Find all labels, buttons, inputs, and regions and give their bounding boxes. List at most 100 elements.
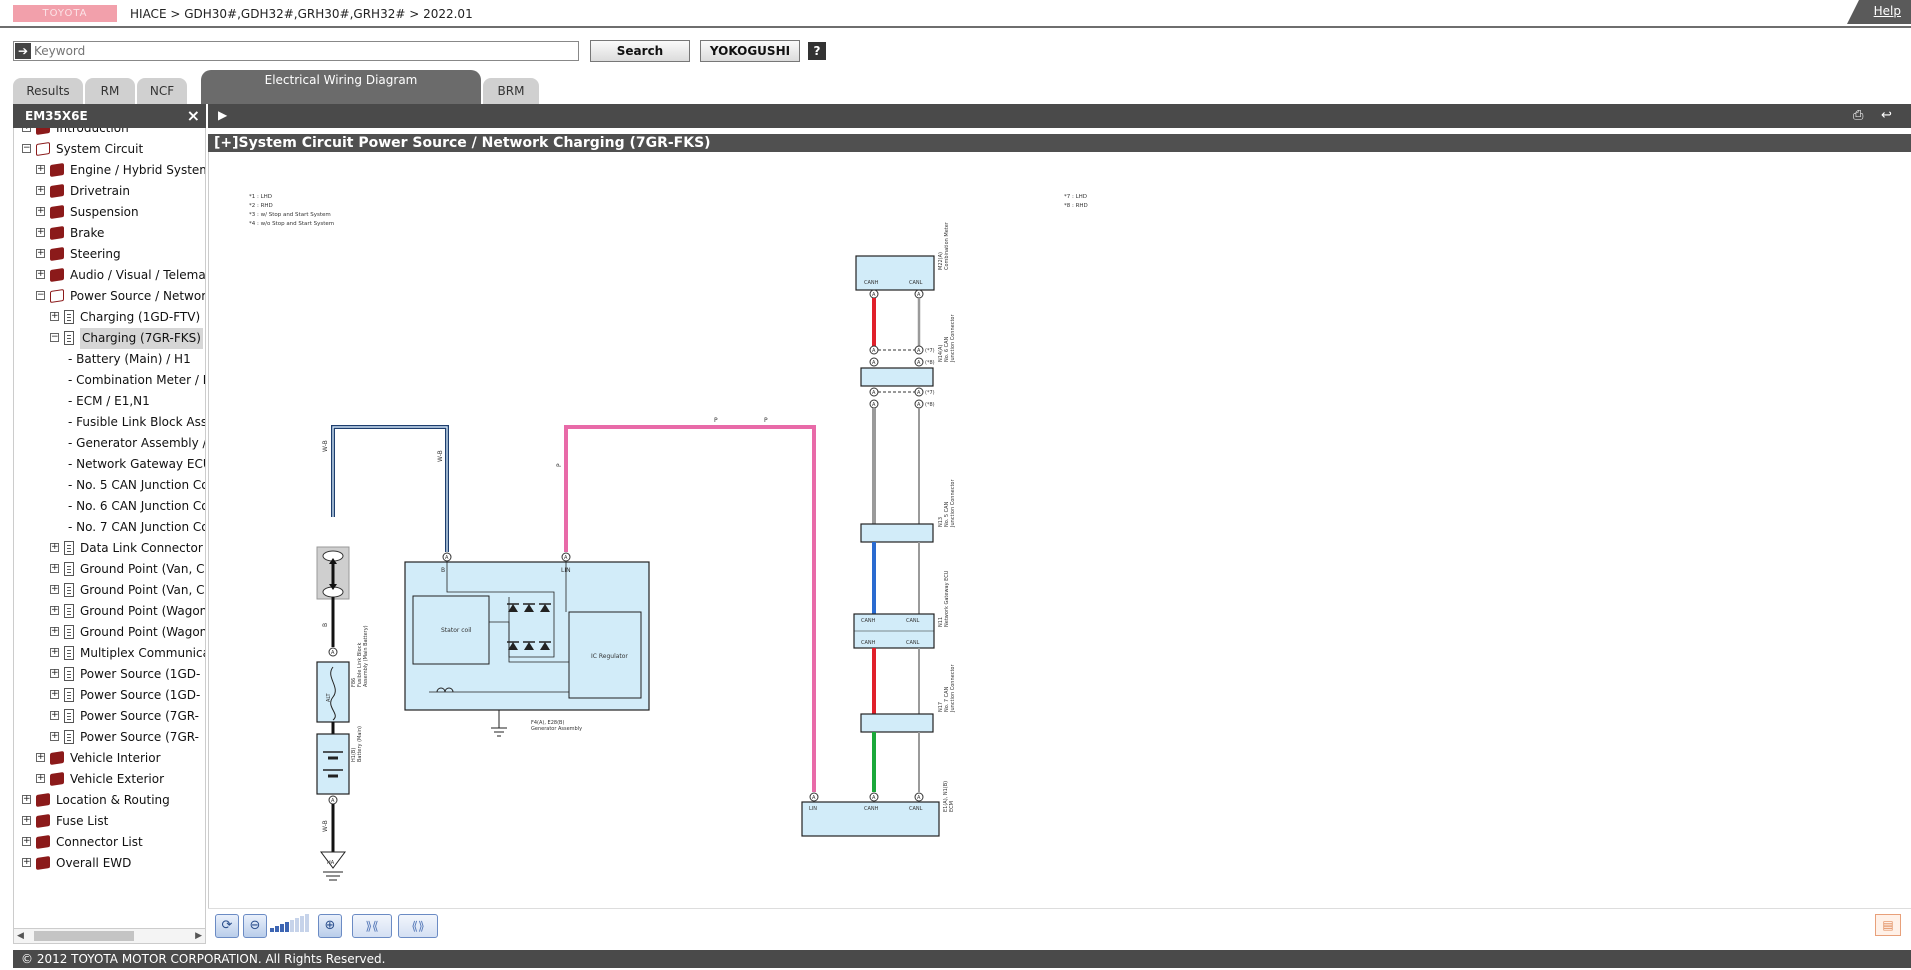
collapse-icon[interactable]: − xyxy=(50,333,59,342)
scroll-right-icon[interactable]: ▶ xyxy=(195,931,202,941)
zoom-step[interactable] xyxy=(280,924,284,932)
tree-node[interactable]: + Engine / Hybrid System xyxy=(14,160,205,181)
zoom-step[interactable] xyxy=(285,922,289,932)
tree-node[interactable]: - No. 6 CAN Junction Connector xyxy=(14,496,205,517)
tree-node[interactable]: + Brake xyxy=(14,223,205,244)
help-question-button[interactable]: ? xyxy=(808,42,826,60)
tree-node[interactable]: + Overall EWD xyxy=(14,853,205,874)
tree-node[interactable]: + Ground Point (Van, C xyxy=(14,580,205,601)
expand-icon[interactable]: + xyxy=(36,228,45,237)
tree-node[interactable]: + Audio / Visual / Telematics xyxy=(14,265,205,286)
expand-icon[interactable]: + xyxy=(22,816,31,825)
diagram-label-line: Assembly (Main Battery) xyxy=(363,625,369,687)
tab-electrical-wiring-diagram[interactable]: Electrical Wiring Diagram xyxy=(201,70,481,104)
expand-icon[interactable]: + xyxy=(22,837,31,846)
zoom-step[interactable] xyxy=(290,920,294,932)
expand-icon[interactable]: + xyxy=(36,249,45,258)
zoom-level-indicator[interactable] xyxy=(270,914,314,938)
expand-icon[interactable]: + xyxy=(50,732,59,741)
tab-results[interactable]: Results xyxy=(13,78,83,104)
tree-node[interactable]: - Fusible Link Block Assembly xyxy=(14,412,205,433)
expand-arrow-icon[interactable]: ▶ xyxy=(218,108,227,122)
expand-icon[interactable]: + xyxy=(36,753,45,762)
expand-icon[interactable]: + xyxy=(50,711,59,720)
tree-node[interactable]: + Power Source (7GR- xyxy=(14,706,205,727)
expand-icon[interactable]: + xyxy=(36,186,45,195)
zoom-in-icon[interactable]: ⊕ xyxy=(318,914,342,938)
scrollbar-thumb[interactable] xyxy=(34,931,134,941)
tab-ncf[interactable]: NCF xyxy=(137,78,187,104)
wiring-diagram-canvas[interactable]: *1 : LHD *2 : RHD *3 : w/ Stop and Start S… xyxy=(208,152,1911,908)
collapse-icon[interactable]: − xyxy=(22,144,31,153)
zoom-step[interactable] xyxy=(295,918,299,932)
tree-node[interactable]: - No. 7 CAN Junction Connector xyxy=(14,517,205,538)
zoom-step[interactable] xyxy=(275,926,279,932)
tree-node[interactable]: - Combination Meter / M xyxy=(14,370,205,391)
expand-icon[interactable]: + xyxy=(50,312,59,321)
expand-icon[interactable]: + xyxy=(50,606,59,615)
tree-node[interactable]: + Vehicle Interior xyxy=(14,748,205,769)
tree-node[interactable]: + Connector List xyxy=(14,832,205,853)
yokogushi-button[interactable]: YOKOGUSHI xyxy=(700,40,800,62)
tree-node[interactable]: + Power Source (1GD- xyxy=(14,664,205,685)
expand-icon[interactable]: + xyxy=(50,669,59,678)
previous-page-icon[interactable]: ⟪⟫ xyxy=(398,914,438,938)
diagram-title[interactable]: [+]System Circuit Power Source / Network… xyxy=(208,134,1911,152)
expand-icon[interactable]: + xyxy=(36,270,45,279)
scroll-left-icon[interactable]: ◀ xyxy=(17,931,24,941)
tree-node[interactable]: + Charging (1GD-FTV) xyxy=(14,307,205,328)
tree-node[interactable]: + Data Link Connector xyxy=(14,538,205,559)
expand-icon[interactable]: + xyxy=(50,585,59,594)
tree-node[interactable]: − Power Source / Network xyxy=(14,286,205,307)
tree-node[interactable]: + Power Source (1GD- xyxy=(14,685,205,706)
tree-node[interactable]: - Network Gateway ECU xyxy=(14,454,205,475)
expand-icon[interactable]: + xyxy=(50,564,59,573)
tab-rm[interactable]: RM xyxy=(85,78,135,104)
tree-node[interactable]: + Fuse List xyxy=(14,811,205,832)
tree-node[interactable]: + Vehicle Exterior xyxy=(14,769,205,790)
tree-horizontal-scrollbar[interactable]: ◀ ▶ xyxy=(13,928,206,944)
zoom-step[interactable] xyxy=(305,914,309,932)
expand-icon[interactable]: + xyxy=(50,627,59,636)
search-input[interactable] xyxy=(34,42,574,60)
expand-icon[interactable]: + xyxy=(36,774,45,783)
print-icon[interactable]: ⎙ xyxy=(1853,108,1869,124)
zoom-step[interactable] xyxy=(270,928,274,932)
tree-node[interactable]: + Suspension xyxy=(14,202,205,223)
tree-node[interactable]: + Location & Routing xyxy=(14,790,205,811)
collapse-icon[interactable]: − xyxy=(36,291,45,300)
tree-node[interactable]: + Ground Point (Van, C xyxy=(14,559,205,580)
next-page-icon[interactable]: ⟫⟪ xyxy=(352,914,392,938)
tree-node[interactable]: + Introduction xyxy=(14,128,205,139)
tree-node[interactable]: − Charging (7GR-FKS) xyxy=(14,328,205,349)
zoom-step[interactable] xyxy=(300,916,304,932)
tree-node[interactable]: + Multiplex Communication xyxy=(14,643,205,664)
comment-icon[interactable]: ▤ xyxy=(1875,914,1901,936)
tree-node[interactable]: + Power Source (7GR- xyxy=(14,727,205,748)
refresh-icon[interactable]: ⟳ xyxy=(215,914,239,938)
tree-node[interactable]: - Generator Assembly / F4 xyxy=(14,433,205,454)
expand-icon[interactable]: + xyxy=(50,543,59,552)
tree-node[interactable]: - Battery (Main) / H1 xyxy=(14,349,205,370)
tree-node[interactable]: - No. 5 CAN Junction Connector xyxy=(14,475,205,496)
expand-icon[interactable]: + xyxy=(36,165,45,174)
wiring-diagram[interactable]: *1 : LHD *2 : RHD *3 : w/ Stop and Start S… xyxy=(209,152,1911,908)
back-icon[interactable]: ↩ xyxy=(1881,108,1897,124)
search-button[interactable]: Search xyxy=(590,40,690,62)
tree-node[interactable]: − System Circuit xyxy=(14,139,205,160)
expand-icon[interactable]: + xyxy=(22,858,31,867)
tree-node[interactable]: + Ground Point (Wagon xyxy=(14,601,205,622)
expand-icon[interactable]: + xyxy=(50,690,59,699)
tree-node[interactable]: - ECM / E1,N1 xyxy=(14,391,205,412)
tree-node[interactable]: + Drivetrain xyxy=(14,181,205,202)
close-icon[interactable]: × xyxy=(187,104,200,128)
tree-node[interactable]: + Steering xyxy=(14,244,205,265)
zoom-out-icon[interactable]: ⊖ xyxy=(243,914,267,938)
expand-icon[interactable]: + xyxy=(50,648,59,657)
expand-icon[interactable]: + xyxy=(22,128,31,132)
help-link[interactable]: Help xyxy=(1874,4,1901,18)
expand-icon[interactable]: + xyxy=(36,207,45,216)
tree-node[interactable]: + Ground Point (Wagon xyxy=(14,622,205,643)
tab-brm[interactable]: BRM xyxy=(483,78,539,104)
expand-icon[interactable]: + xyxy=(22,795,31,804)
